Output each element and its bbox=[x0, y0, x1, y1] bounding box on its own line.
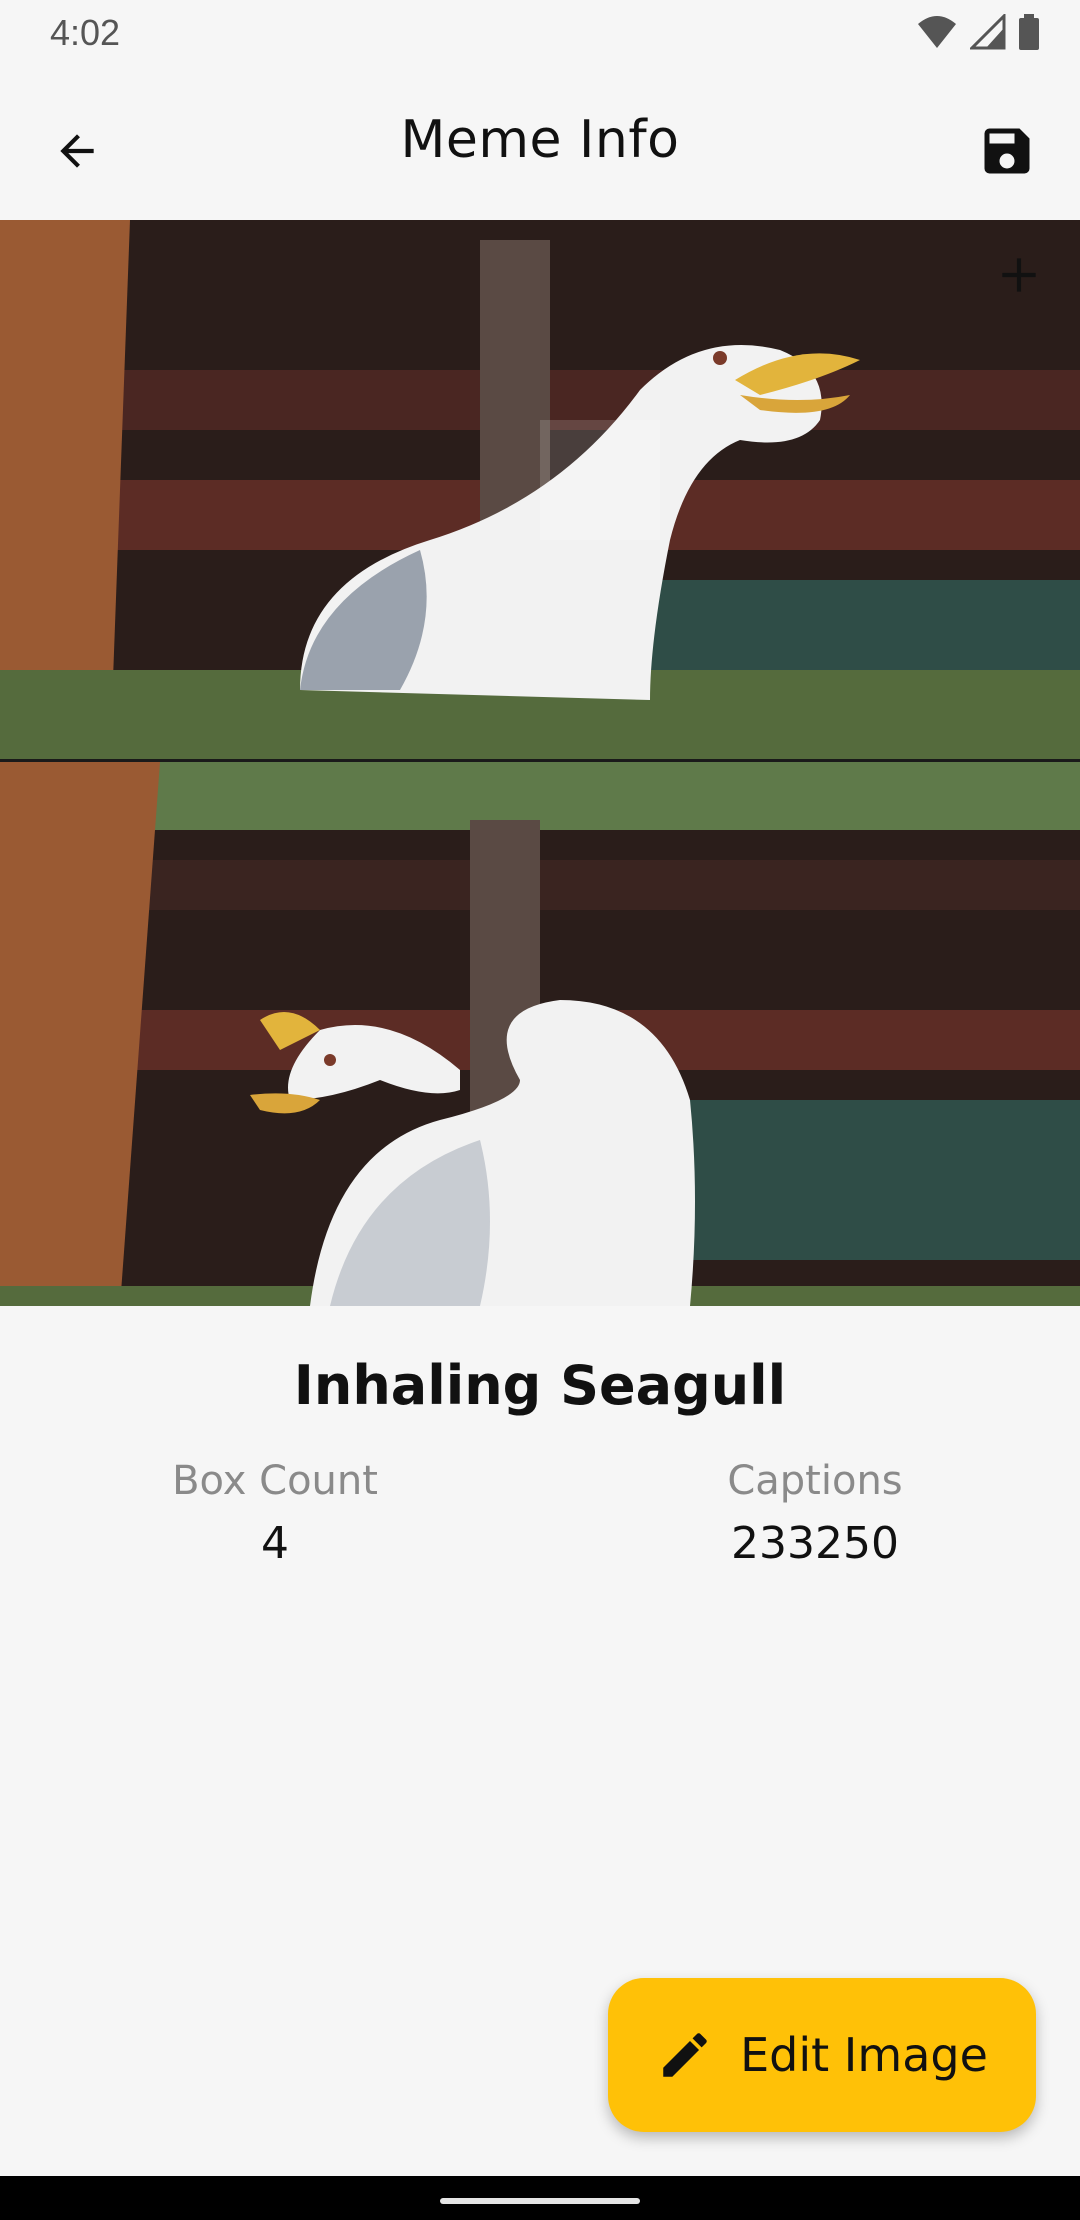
app-bar: Meme Info bbox=[0, 76, 1080, 216]
status-icons bbox=[916, 14, 1040, 50]
edit-image-label: Edit Image bbox=[740, 2028, 988, 2082]
captions-label: Captions bbox=[727, 1458, 903, 1504]
meme-name: Inhaling Seagull bbox=[293, 1354, 787, 1417]
status-bar: 4:02 bbox=[0, 0, 1080, 68]
pencil-icon bbox=[663, 2033, 707, 2077]
floppy-disk-icon bbox=[984, 128, 1030, 174]
status-time: 4:02 bbox=[50, 12, 121, 53]
save-button[interactable] bbox=[970, 114, 1044, 188]
signal-icon bbox=[970, 14, 1006, 50]
box-count-value: 4 bbox=[261, 1518, 289, 1569]
edit-image-button[interactable]: Edit Image bbox=[608, 1978, 1036, 2132]
battery-icon bbox=[1019, 14, 1039, 50]
meme-image bbox=[0, 220, 1080, 1306]
page-title: Meme Info bbox=[400, 110, 680, 170]
home-indicator[interactable] bbox=[440, 2198, 640, 2204]
add-button[interactable] bbox=[984, 240, 1054, 310]
navigation-bar bbox=[0, 2176, 1080, 2220]
box-count-stat: Box Count 4 bbox=[75, 1458, 475, 1569]
plus-icon bbox=[1002, 258, 1036, 292]
captions-value: 233250 bbox=[731, 1518, 899, 1569]
captions-stat: Captions 233250 bbox=[615, 1458, 1015, 1569]
wifi-icon bbox=[918, 16, 956, 48]
box-count-label: Box Count bbox=[172, 1458, 378, 1504]
